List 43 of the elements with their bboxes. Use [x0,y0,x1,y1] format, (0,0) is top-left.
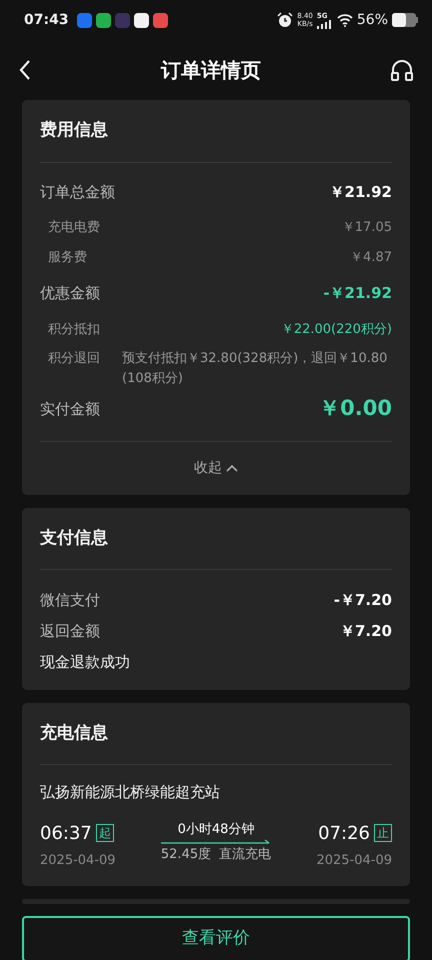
collapse-toggle[interactable]: 收起 [194,458,238,478]
wifi-icon [336,14,353,26]
headphones-icon[interactable] [390,59,414,81]
charge-date: 2025-04-09 [40,852,116,870]
fee-amount: ￥4.87 [350,248,392,266]
view-review-button[interactable]: 查看评价 [22,916,410,960]
time-tag: 止 [374,824,392,842]
fee-label: 服务费 [47,248,87,266]
charge-mode: 直流充电 [219,846,272,864]
fee-amount: ￥22.00(220积分) [280,320,392,338]
station-name: 弘扬新能源北桥绿能超充站 [40,782,221,803]
fee-label: 积分抵扣 [47,320,100,338]
clock-time: 07:43 [24,10,69,30]
back-icon[interactable] [18,59,32,81]
fee-amount: ￥21.92 [330,182,392,202]
signal-icon [316,20,333,28]
fee-amount: ￥17.05 [342,219,392,237]
fee-label: 积分退回 [47,350,101,368]
page-title: 订单详情页 [161,57,261,84]
fee-note: 预支付抵扣￥32.80(328积分)，退回￥10.80(108积分) [122,350,388,388]
fee-label: 充电电费 [47,219,100,237]
battery-icon [392,13,418,27]
fee-label: 订单总金额 [40,182,115,202]
charge-time: 07:26 [318,822,370,846]
payment-amount: -￥7.20 [334,590,392,611]
card-title: 充电信息 [40,702,392,765]
charge-date: 2025-04-09 [316,852,392,870]
payment-amount: ￥7.20 [340,620,392,642]
total-amount: ￥0.00 [319,395,392,422]
alarm-icon [277,12,294,28]
charge-duration: 0小时48分钟 [178,820,254,838]
fee-label: 实付金额 [40,398,100,420]
card-title: 费用信息 [40,100,392,162]
time-tag: 起 [96,824,114,842]
payment-label: 返回金额 [40,620,100,642]
fee-label: 优惠金额 [40,283,100,304]
payment-label: 微信支付 [40,590,100,611]
card-title: 支付信息 [40,508,392,570]
battery-percent: 56% [356,10,388,30]
fee-amount: -￥21.92 [323,283,392,304]
energy-amount: 52.45度 [160,846,212,864]
charge-time: 06:37 [40,822,92,846]
refund-status: 现金退款成功 [40,652,131,673]
